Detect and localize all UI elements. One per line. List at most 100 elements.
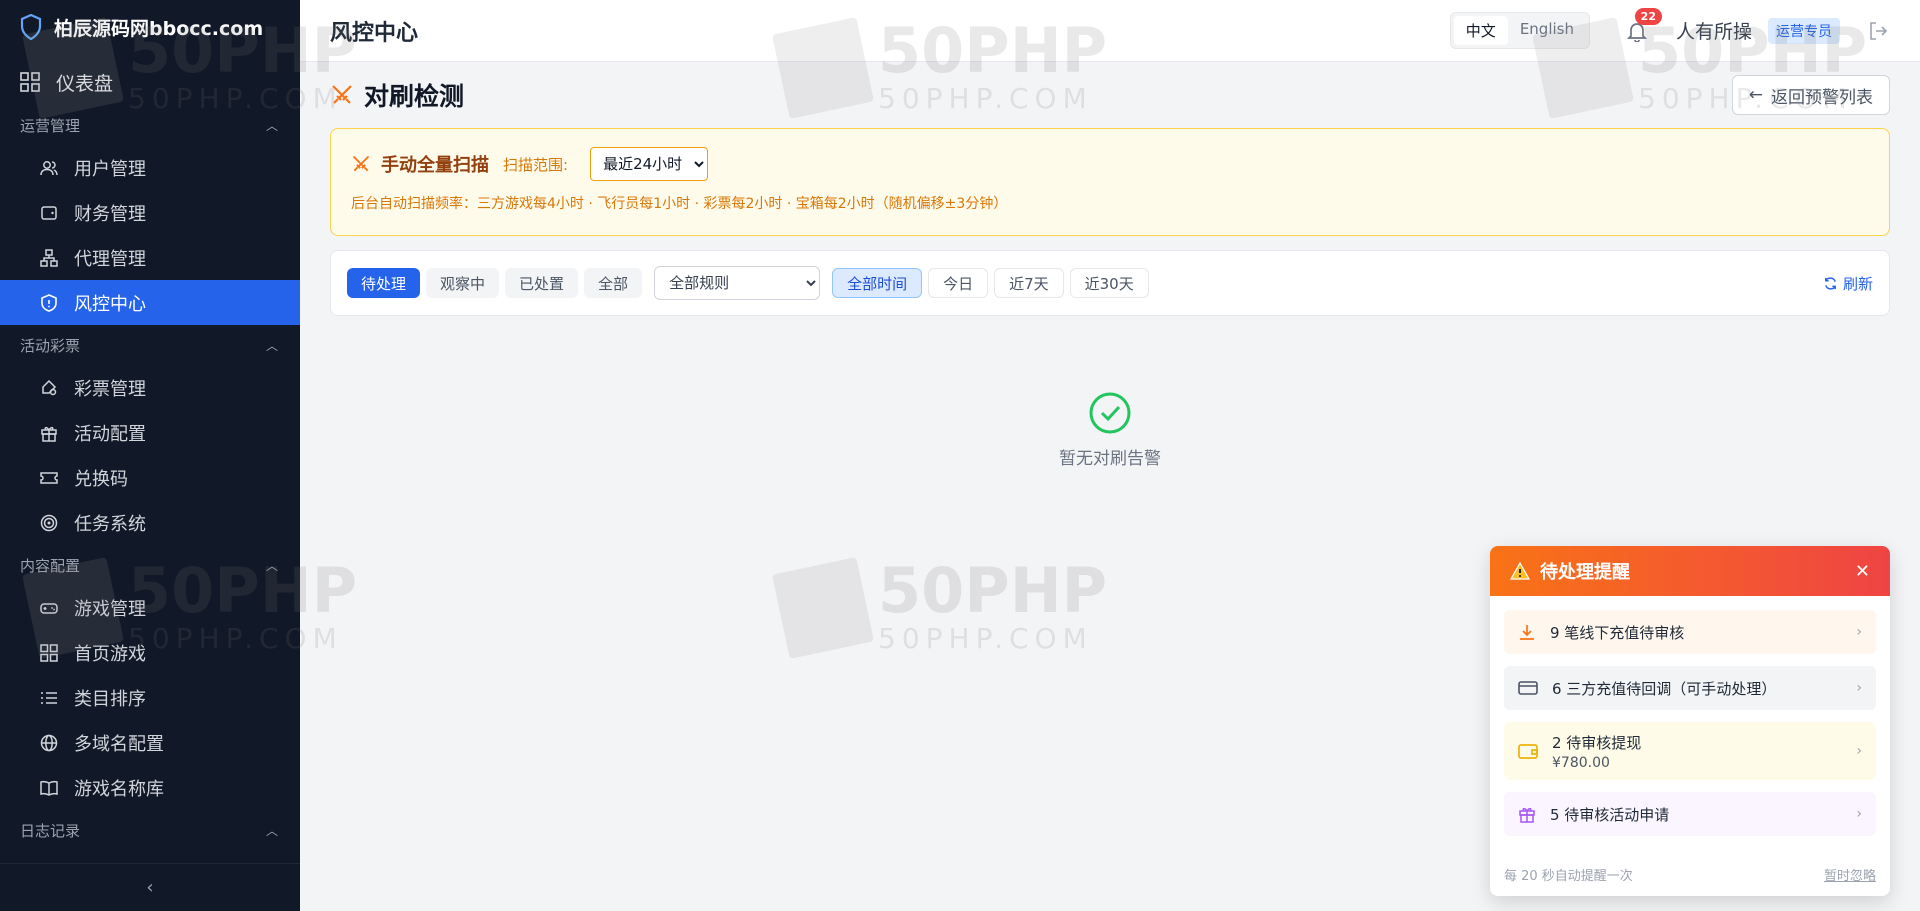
arrow-left-icon: ←	[1748, 85, 1763, 105]
sidebar-item-users[interactable]: 用户管理	[0, 145, 300, 190]
status-filter-handled[interactable]: 已处置	[505, 268, 579, 298]
sidebar-item-agents[interactable]: 代理管理	[0, 235, 300, 280]
shield-logo-icon	[20, 14, 42, 40]
sidebar-item-risk-control[interactable]: 风控中心	[0, 280, 300, 325]
status-filter-observing[interactable]: 观察中	[426, 268, 500, 298]
alert-content: 2 待审核提现 ¥780.00	[1552, 732, 1842, 771]
crossed-swords-icon	[352, 155, 370, 172]
sidebar-item-dashboard[interactable]: 仪表盘	[0, 59, 300, 105]
sidebar-item-label: 活动配置	[74, 423, 146, 445]
target-icon	[40, 514, 58, 531]
popup-footer: 每 20 秒自动提醒一次 暂时忽略	[1504, 865, 1876, 884]
user-name[interactable]: 人有所操	[1676, 17, 1752, 44]
role-badge: 运营专员	[1768, 17, 1840, 44]
sidebar-item-label: 仪表盘	[56, 72, 114, 95]
alert-amount: ¥780.00	[1552, 754, 1610, 771]
sidebar-item-activity-config[interactable]: 活动配置	[0, 410, 300, 455]
time-filter-7d[interactable]: 近7天	[994, 268, 1064, 298]
alert-offline-deposit[interactable]: 9 笔线下充值待审核 ›	[1504, 610, 1876, 654]
rule-select[interactable]: 全部规则	[654, 266, 821, 300]
dashboard-grid-icon	[20, 72, 40, 92]
alert-activity-application[interactable]: 5 待审核活动申请 ›	[1504, 792, 1876, 836]
sidebar-item-finance[interactable]: 财务管理	[0, 190, 300, 235]
hierarchy-icon	[40, 248, 58, 267]
time-filter-30d[interactable]: 近30天	[1069, 268, 1149, 298]
shield-icon	[41, 293, 57, 312]
users-icon	[40, 160, 58, 175]
sidebar-item-label: 任务系统	[74, 513, 146, 535]
popup-title: 待处理提醒	[1540, 562, 1630, 583]
sidebar-group-label: 运营管理	[20, 116, 81, 135]
lang-zh-button[interactable]: 中文	[1453, 16, 1508, 45]
time-filter-today[interactable]: 今日	[928, 268, 989, 298]
page-title: 对刷检测	[364, 82, 465, 111]
sidebar-item-games[interactable]: 游戏管理	[0, 585, 300, 630]
close-icon[interactable]: ✕	[1855, 561, 1870, 582]
empty-state: 暂无对刷告警	[330, 392, 1890, 469]
refresh-icon	[1825, 276, 1836, 290]
sidebar-item-category-sort[interactable]: 类目排序	[0, 675, 300, 720]
sidebar-item-redeem-code[interactable]: 兑换码	[0, 455, 300, 500]
sidebar-group-content[interactable]: 内容配置 ︿	[0, 545, 300, 585]
sidebar-group-operations[interactable]: 运营管理 ︿	[0, 105, 300, 145]
sidebar-item-label: 游戏管理	[74, 598, 146, 620]
ticket-icon	[42, 379, 57, 395]
back-to-alerts-button[interactable]: ← 返回预警列表	[1731, 75, 1890, 115]
wallet-icon	[1518, 744, 1538, 759]
sidebar-item-game-names[interactable]: 游戏名称库	[0, 765, 300, 810]
back-button-label: 返回预警列表	[1771, 87, 1873, 108]
sidebar-collapse-button[interactable]: ‹	[0, 863, 300, 911]
alert-withdrawal[interactable]: 2 待审核提现 ¥780.00 ›	[1504, 722, 1876, 780]
notifications-button[interactable]: 22	[1620, 7, 1662, 48]
sidebar-item-label: 用户管理	[74, 158, 146, 180]
gift-icon	[1519, 807, 1535, 823]
language-switch: 中文 English	[1449, 12, 1590, 49]
page-header: 对刷检测 ← 返回预警列表	[330, 62, 1890, 128]
brand-name: 柏辰源码网bbocc.com	[54, 17, 264, 40]
empty-state-text: 暂无对刷告警	[1059, 449, 1161, 469]
chevron-left-icon: ‹	[146, 877, 154, 898]
top-header: 风控中心 中文 English 22 人有所操 运营专员	[300, 0, 1920, 62]
status-filter-all[interactable]: 全部	[584, 268, 643, 298]
sidebar-group-label: 活动彩票	[20, 336, 81, 355]
sidebar-item-home-games[interactable]: 首页游戏	[0, 630, 300, 675]
sidebar-item-domains[interactable]: 多域名配置	[0, 720, 300, 765]
dismiss-button[interactable]: 暂时忽略	[1824, 865, 1876, 884]
filter-bar: 待处理 观察中 已处置 全部 全部规则 全部时间 今日 近7天 近30天 刷新	[330, 250, 1890, 316]
refresh-button[interactable]: 刷新	[1823, 273, 1873, 294]
status-filter-pending[interactable]: 待处理	[347, 268, 421, 298]
sidebar-group-activities[interactable]: 活动彩票 ︿	[0, 325, 300, 365]
chevron-right-icon: ›	[1856, 624, 1862, 640]
sidebar-item-tasks[interactable]: 任务系统	[0, 500, 300, 545]
sidebar-group-label: 内容配置	[20, 556, 81, 575]
alert-text: 2 待审核提现	[1552, 733, 1642, 752]
sidebar-group-logs[interactable]: 日志记录 ︿	[0, 810, 300, 850]
gamepad-icon	[40, 602, 58, 614]
coupon-icon	[40, 471, 58, 484]
warning-icon	[1510, 561, 1530, 580]
sidebar-item-label: 游戏名称库	[74, 778, 164, 800]
time-filter-all[interactable]: 全部时间	[832, 268, 923, 298]
alert-text: 5 待审核活动申请	[1550, 805, 1670, 824]
crossed-swords-icon	[332, 85, 352, 104]
chevron-up-icon: ︿	[265, 823, 278, 838]
scan-range-select[interactable]: 最近24小时	[590, 147, 709, 181]
alert-third-party-deposit[interactable]: 6 三方充值待回调（可手动处理） ›	[1504, 666, 1876, 710]
manual-scan-button[interactable]: 手动全量扫描	[381, 151, 489, 177]
pending-reminder-popup: 待处理提醒 ✕ 9 笔线下充值待审核 › 6 三方充值待回调（可手动处理） › …	[1490, 546, 1890, 896]
logout-button[interactable]	[1866, 19, 1890, 43]
gift-icon	[41, 426, 57, 442]
sidebar-item-label: 代理管理	[74, 248, 146, 270]
logout-icon	[1870, 21, 1888, 40]
sidebar-item-label: 风控中心	[74, 293, 146, 315]
check-circle-icon	[1089, 392, 1131, 434]
main-content: 对刷检测 ← 返回预警列表 手动全量扫描 扫描范围: 最近24小时 后台自动扫描…	[330, 62, 1890, 469]
sidebar-item-label: 首页游戏	[74, 643, 146, 665]
wallet-icon	[41, 205, 57, 220]
list-icon	[41, 691, 57, 704]
notification-count-badge: 22	[1634, 7, 1662, 25]
lang-en-button[interactable]: English	[1508, 16, 1586, 45]
brand[interactable]: 柏辰源码网bbocc.com	[0, 0, 300, 54]
sidebar-item-lottery[interactable]: 彩票管理	[0, 365, 300, 410]
chevron-up-icon: ︿	[265, 558, 278, 573]
